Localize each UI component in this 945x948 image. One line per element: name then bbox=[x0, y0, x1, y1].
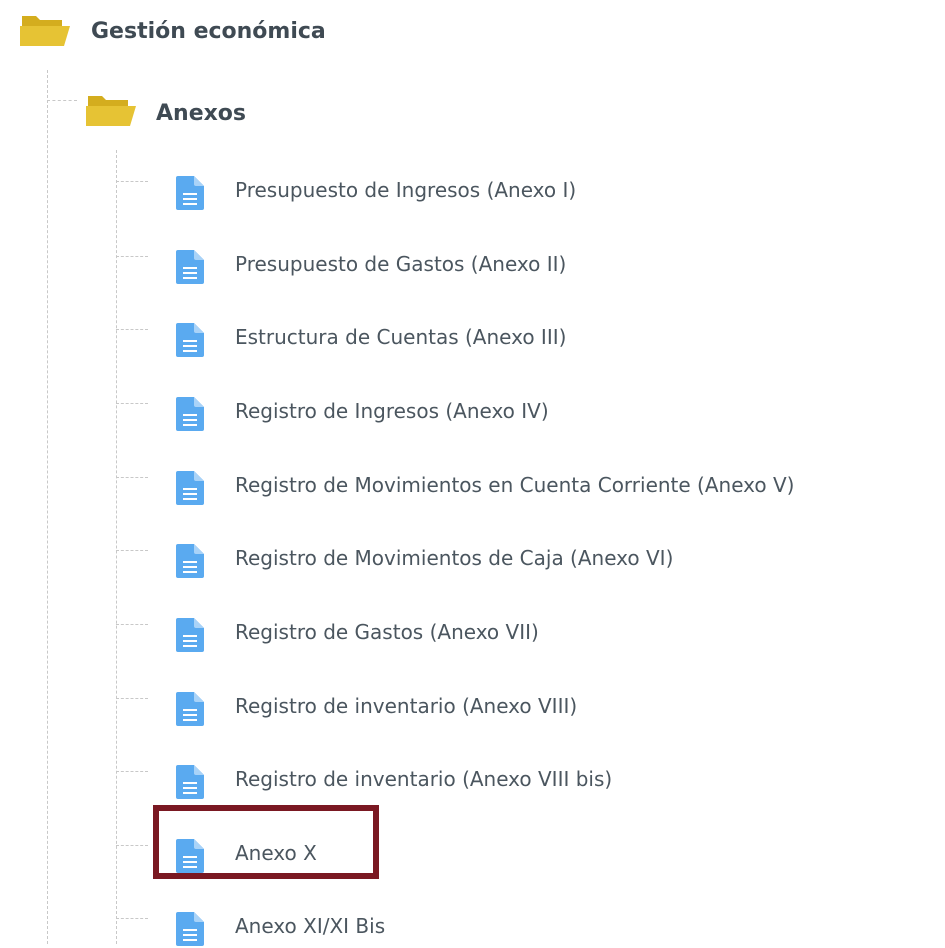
folder-open-icon bbox=[86, 96, 136, 126]
tree-item-anexo-viii-bis[interactable]: Registro de inventario (Anexo VIII bis) bbox=[176, 761, 936, 801]
tree-item-anexo-ii[interactable]: Presupuesto de Gastos (Anexo II) bbox=[176, 246, 936, 286]
tree-item-anexo-xi[interactable]: Anexo XI/XI Bis bbox=[176, 908, 936, 948]
tree-connector-item bbox=[116, 329, 148, 330]
tree-item-anexo-iii[interactable]: Estructura de Cuentas (Anexo III) bbox=[176, 319, 936, 359]
tree-connector-anexos bbox=[47, 100, 77, 101]
document-icon bbox=[176, 692, 204, 726]
document-icon bbox=[176, 250, 204, 284]
tree-item-label: Registro de Gastos (Anexo VII) bbox=[235, 620, 539, 644]
tree-item-label: Anexo XI/XI Bis bbox=[235, 914, 386, 938]
tree-item-label: Presupuesto de Gastos (Anexo II) bbox=[235, 252, 567, 276]
tree-item-anexo-vii[interactable]: Registro de Gastos (Anexo VII) bbox=[176, 614, 936, 654]
folder-label: Anexos bbox=[156, 101, 247, 126]
document-icon bbox=[176, 176, 204, 210]
tree-item-label: Registro de Ingresos (Anexo IV) bbox=[235, 399, 549, 423]
tree-item-anexo-i[interactable]: Presupuesto de Ingresos (Anexo I) bbox=[176, 172, 936, 212]
tree-item-label: Estructura de Cuentas (Anexo III) bbox=[235, 325, 567, 349]
highlight-box bbox=[153, 805, 379, 879]
document-icon bbox=[176, 912, 204, 946]
tree-connector-item bbox=[116, 771, 148, 772]
tree-connector-item bbox=[116, 477, 148, 478]
folder-open-icon bbox=[20, 16, 70, 46]
tree-connector-item bbox=[116, 403, 148, 404]
tree-item-label: Presupuesto de Ingresos (Anexo I) bbox=[235, 178, 577, 202]
document-icon bbox=[176, 765, 204, 799]
tree-item-anexo-v[interactable]: Registro de Movimientos en Cuenta Corrie… bbox=[176, 467, 936, 507]
tree-item-anexo-viii[interactable]: Registro de inventario (Anexo VIII) bbox=[176, 688, 936, 728]
tree-connector-item bbox=[116, 698, 148, 699]
tree-connector-root bbox=[47, 70, 48, 944]
document-icon bbox=[176, 471, 204, 505]
document-icon bbox=[176, 323, 204, 357]
folder-label: Gestión económica bbox=[91, 19, 326, 44]
tree-connector-item bbox=[116, 550, 148, 551]
document-icon bbox=[176, 544, 204, 578]
tree-item-anexo-vi[interactable]: Registro de Movimientos de Caja (Anexo V… bbox=[176, 540, 936, 580]
tree-connector-item bbox=[116, 181, 148, 182]
document-icon bbox=[176, 618, 204, 652]
tree-item-label: Registro de Movimientos de Caja (Anexo V… bbox=[235, 546, 674, 570]
document-icon bbox=[176, 397, 204, 431]
tree-connector-anexos-children bbox=[116, 150, 117, 944]
tree-item-anexo-iv[interactable]: Registro de Ingresos (Anexo IV) bbox=[176, 393, 936, 433]
tree-connector-item bbox=[116, 624, 148, 625]
tree-connector-item bbox=[116, 918, 148, 919]
tree-connector-item bbox=[116, 845, 148, 846]
tree-connector-item bbox=[116, 256, 148, 257]
tree-item-label: Registro de Movimientos en Cuenta Corrie… bbox=[235, 473, 795, 497]
tree-item-label: Registro de inventario (Anexo VIII bis) bbox=[235, 767, 613, 791]
tree-item-label: Registro de inventario (Anexo VIII) bbox=[235, 694, 578, 718]
